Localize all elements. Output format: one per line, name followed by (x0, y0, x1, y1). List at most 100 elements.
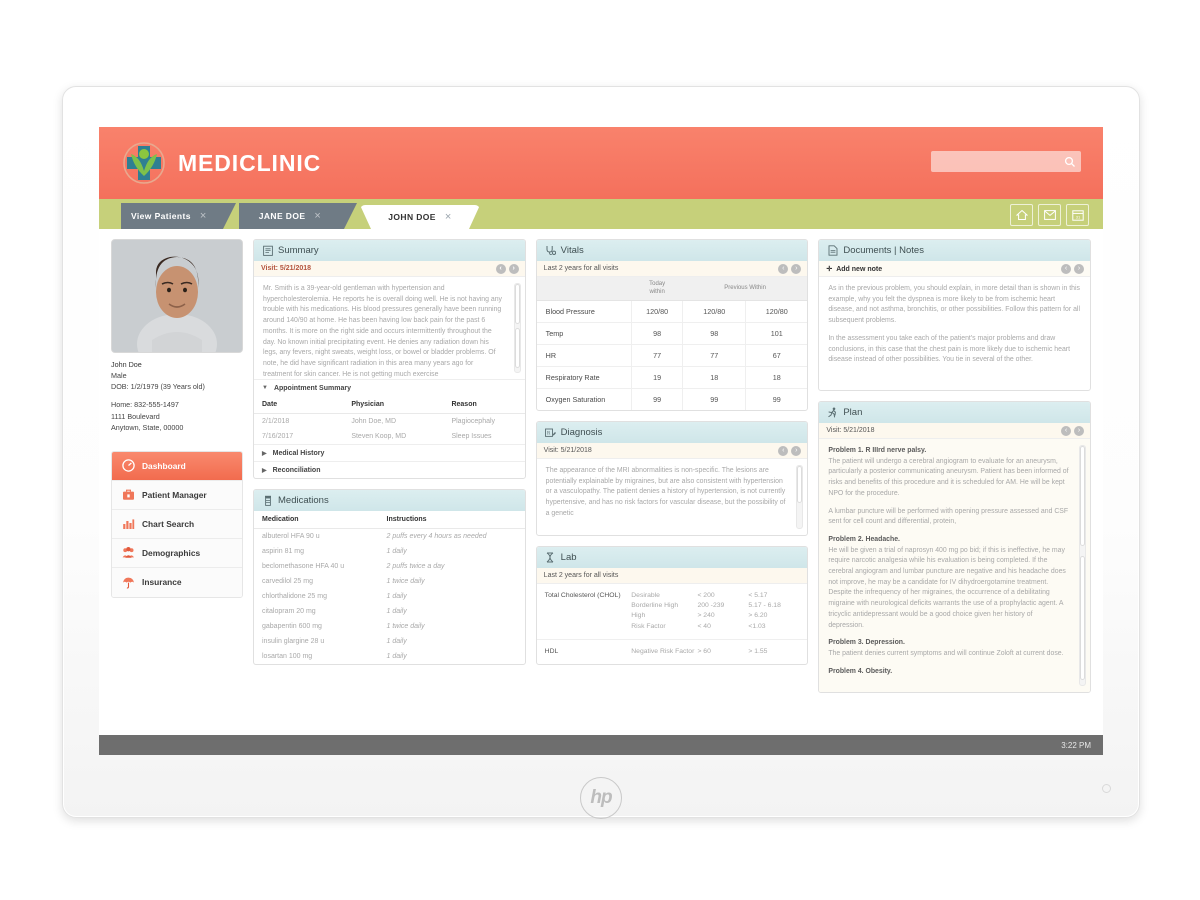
sidebar-item-label: Patient Manager (142, 489, 207, 500)
summary-scrollbar[interactable] (513, 283, 521, 373)
search-icon[interactable] (1064, 155, 1076, 167)
table-row[interactable]: Blood Pressure 120/80 120/80 120/80 (536, 300, 808, 323)
sidebar-item-dashboard[interactable]: Dashboard (112, 451, 242, 481)
lab-row[interactable]: HDL Negative Risk Factor > 60 > 1.55 (537, 640, 808, 664)
summary-visit-bar: Visit: 5/21/2018 ‹ › (254, 261, 525, 277)
medications-panel: Medications Medication Instructions albu… (253, 489, 526, 665)
cell-instructions: 1 daily (386, 593, 407, 600)
search-input[interactable] (931, 151, 1081, 172)
scroll-thumb[interactable] (1080, 446, 1086, 547)
briefcase-icon (121, 488, 135, 502)
sidebar-item-label: Dashboard (142, 460, 186, 471)
power-indicator[interactable] (1102, 784, 1111, 793)
lab-category: Desirable (631, 592, 660, 599)
documents-nav-buttons: ‹ › (1061, 264, 1085, 274)
mail-icon[interactable] (1038, 204, 1061, 226)
lab-row[interactable]: Total Cholesterol (CHOL) Desirable Borde… (536, 584, 808, 640)
table-row[interactable]: chlorthalidone 25 mg 1 daily (254, 589, 525, 604)
tab-john-doe[interactable]: JOHN DOE × (360, 205, 480, 229)
plan-problem-1: Problem 1. R IIIrd nerve palsy. The pati… (828, 446, 1069, 500)
lab-category: Risk Factor (631, 622, 666, 630)
scroll-thumb[interactable] (514, 284, 520, 325)
scroll-thumb[interactable] (514, 328, 520, 369)
prev-button[interactable]: ‹ (1061, 426, 1072, 436)
close-icon[interactable]: × (445, 211, 452, 223)
add-note-label: Add new note (836, 265, 883, 273)
sidebar-item-demographics[interactable]: Demographics (112, 538, 242, 568)
table-row[interactable]: Respiratory Rate 19 18 18 (536, 366, 808, 389)
table-row[interactable]: losartan 100 mg 1 daily (254, 649, 525, 664)
tab-jane-doe[interactable]: JANE DOE × (239, 203, 357, 229)
brand-logo[interactable]: MEDICLINIC (121, 140, 321, 186)
sidebar-item-patient-manager[interactable]: Patient Manager (112, 480, 242, 510)
sidebar: John Doe Male DOB: 1/2/1979 (39 Years ol… (111, 239, 243, 735)
plan-scrollbar[interactable] (1079, 445, 1087, 686)
cell-instructions: 1 daily (386, 608, 407, 615)
next-button[interactable]: › (508, 264, 519, 274)
prev-button[interactable]: ‹ (1061, 264, 1072, 274)
lab-dna-icon (545, 552, 556, 563)
search-box[interactable] (931, 151, 1081, 172)
table-row[interactable]: citalopram 20 mg 1 daily (254, 604, 525, 619)
next-button[interactable]: › (791, 446, 802, 456)
next-button[interactable]: › (1074, 426, 1085, 436)
chevron-down-icon: ▼ (262, 385, 268, 391)
summary-nav-buttons: ‹ › (495, 264, 519, 274)
table-row[interactable]: aspirin 81 mg 1 daily (254, 544, 525, 559)
prev-button[interactable]: ‹ (495, 264, 506, 274)
accordion-reconciliation[interactable]: ▶ Reconciliation (254, 461, 525, 478)
cell-medication: gabapentin 600 mg (262, 623, 322, 630)
vitals-table: Today within Previous Within Blood Press… (536, 277, 808, 410)
workspace: John Doe Male DOB: 1/2/1979 (39 Years ol… (99, 229, 1103, 735)
table-row[interactable]: HR 77 77 67 (536, 344, 808, 367)
table-row[interactable]: 7/16/2017 Steven Koop, MD Sleep Issues (254, 429, 525, 444)
tab-view-patients[interactable]: View Patients × (121, 203, 236, 229)
summary-panel: Summary Visit: 5/21/2018 ‹ › Mr. Smith i… (253, 239, 526, 479)
scroll-thumb[interactable] (797, 466, 803, 504)
prev-button[interactable]: ‹ (778, 446, 789, 456)
lab-name: Total Cholesterol (CHOL) (544, 592, 621, 599)
table-row[interactable]: 2/1/2018 John Doe, MD Plagiocephaly (254, 414, 525, 430)
next-button[interactable]: › (791, 264, 802, 274)
bar-chart-icon (121, 517, 135, 531)
documents-body: As in the previous problem, you should e… (819, 277, 1090, 390)
lab-values-conventional: > 60 (697, 647, 748, 657)
accordion-label: Reconciliation (272, 466, 321, 474)
monitor-bezel: MEDICLINIC View Patients × JANE DOE × JO… (62, 86, 1140, 819)
cell-physician: John Doe, MD (351, 418, 397, 425)
prev-button[interactable]: ‹ (778, 264, 789, 274)
table-row[interactable]: Temp 98 98 101 (536, 322, 808, 345)
scroll-thumb[interactable] (1080, 555, 1086, 681)
vital-label: Temp (536, 322, 632, 345)
table-row[interactable]: carvedilol 25 mg 1 twice daily (254, 574, 525, 589)
plan-visit-bar: Visit: 5/21/2018 ‹ › (819, 423, 1091, 439)
close-icon[interactable]: × (200, 210, 207, 222)
accordion-medical-history[interactable]: ▶ Medical History (254, 444, 525, 461)
add-note-bar[interactable]: ✛ Add new note ‹ › (819, 261, 1091, 277)
sidebar-item-chart-search[interactable]: Chart Search (112, 509, 242, 539)
calendar-icon[interactable]: 31 (1066, 204, 1089, 226)
panel-title: Summary (278, 245, 319, 256)
cell-medication: beclomethasone HFA 40 u (262, 563, 345, 570)
table-row[interactable]: insulin glargine 28 u 1 daily (254, 634, 525, 649)
table-row[interactable]: Oxygen Saturation 99 99 99 (537, 388, 808, 410)
col-instructions: Instructions (378, 511, 525, 529)
pill-bottle-icon (262, 495, 273, 506)
sidebar-item-insurance[interactable]: Insurance (112, 567, 242, 597)
add-note-button[interactable]: ✛ Add new note (826, 265, 882, 273)
lab-category: Negative Risk Factor (631, 647, 695, 655)
home-icon[interactable] (1010, 204, 1033, 226)
table-row[interactable]: gabapentin 600 mg 1 twice daily (254, 619, 525, 634)
accordion-appointment-summary[interactable]: ▼ Appointment Summary (254, 379, 525, 396)
sidebar-item-label: Demographics (142, 547, 201, 558)
running-person-icon (827, 407, 838, 418)
diagnosis-scrollbar[interactable] (796, 465, 804, 529)
close-icon[interactable]: × (314, 210, 321, 222)
table-row[interactable]: beclomethasone HFA 40 u 2 puffs twice a d… (254, 559, 525, 574)
next-button[interactable]: › (1074, 264, 1085, 274)
table-row[interactable]: albuterol HFA 90 u 2 puffs every 4 hours … (254, 529, 525, 545)
panel-title: Medications (278, 495, 329, 506)
vital-today: 77 (630, 344, 683, 367)
cell-instructions: 1 daily (386, 653, 407, 660)
tab-label: View Patients (131, 211, 191, 221)
